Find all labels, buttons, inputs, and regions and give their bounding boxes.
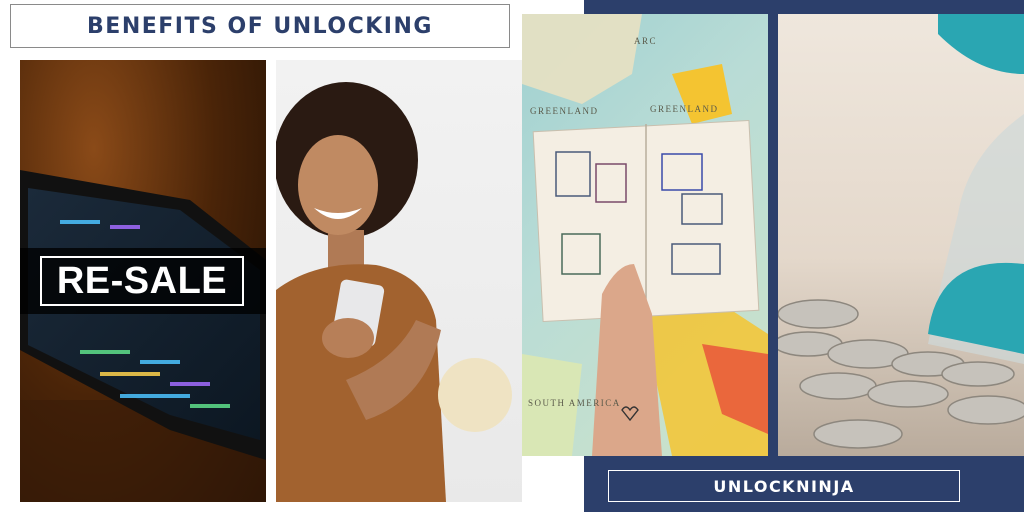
decorative-circle xyxy=(438,358,512,432)
resale-label: RE-SALE xyxy=(56,259,228,302)
woman-with-phone-photo xyxy=(276,60,522,502)
map-label-greenland-1: GREENLAND xyxy=(530,106,599,116)
passport-map-photo: ARC GREENLAND GREENLAND SOUTH AMERICA xyxy=(522,14,768,456)
woman-illustration xyxy=(276,82,446,502)
title-banner: BENEFITS OF UNLOCKING xyxy=(10,4,510,48)
hourglass-coins-photo xyxy=(778,14,1024,456)
map-label-greenland-2: GREENLAND xyxy=(650,104,719,114)
page-title: BENEFITS OF UNLOCKING xyxy=(87,13,433,39)
map-label-arc: ARC xyxy=(634,36,658,46)
brand-label-box: UNLOCKNINJA xyxy=(608,470,960,502)
brand-label: UNLOCKNINJA xyxy=(713,476,855,496)
hourglass-coins-illustration xyxy=(778,14,1024,449)
world-map-illustration xyxy=(522,14,768,456)
resale-phone-photo: RE-SALE xyxy=(20,60,266,502)
map-label-south-america: SOUTH AMERICA xyxy=(528,398,621,408)
resale-label-box: RE-SALE xyxy=(40,256,244,306)
